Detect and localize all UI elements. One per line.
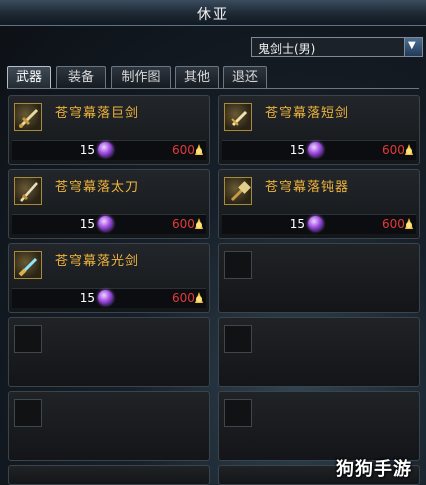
empty-slot-icon [14, 325, 42, 353]
item-price: 600 [382, 143, 405, 157]
item-name: 苍穹幕落巨剑 [55, 106, 140, 121]
price-bar: 15 600 [222, 214, 416, 234]
gem-quantity: 15 [289, 143, 305, 157]
gem-quantity: 15 [79, 291, 95, 305]
gold-coin-icon [405, 218, 413, 229]
item-price: 600 [172, 143, 195, 157]
item-name: 苍穹幕落钝器 [265, 180, 350, 195]
tab-equipment[interactable]: 装备 [56, 66, 106, 88]
shop-item-slot[interactable]: 苍穹幕落光剑 15 600 [8, 243, 210, 313]
shop-item-slot[interactable]: 苍穹幕落钝器 15 600 [218, 169, 420, 239]
empty-slot-icon [224, 251, 252, 279]
purple-gem-icon [308, 216, 323, 231]
tab-refund[interactable]: 退还 [223, 66, 267, 88]
gold-coin-icon [195, 218, 203, 229]
price-bar: 15 600 [12, 214, 206, 234]
gold-coin-icon [405, 144, 413, 155]
gem-quantity: 15 [289, 217, 305, 231]
tab-divider [7, 88, 419, 89]
price-bar: 15 600 [12, 288, 206, 308]
class-select-value: 鬼剑士(男) [258, 42, 316, 56]
tab-weapons[interactable]: 武器 [7, 66, 51, 88]
empty-item-slot [8, 317, 210, 387]
item-price: 600 [172, 217, 195, 231]
purple-gem-icon [98, 142, 113, 157]
price-bar: 15 600 [222, 140, 416, 160]
empty-item-slot [218, 243, 420, 313]
empty-item-slot [8, 391, 210, 461]
empty-slot-icon [224, 325, 252, 353]
item-price: 600 [382, 217, 405, 231]
shortsword-icon [224, 103, 252, 131]
gem-quantity: 15 [79, 217, 95, 231]
greatsword-icon [14, 103, 42, 131]
purple-gem-icon [98, 216, 113, 231]
item-price: 600 [172, 291, 195, 305]
shop-item-slot[interactable]: 苍穹幕落太刀 15 600 [8, 169, 210, 239]
dropdown-button[interactable]: ▼ [404, 38, 422, 56]
item-name: 苍穹幕落光剑 [55, 254, 140, 269]
item-name: 苍穹幕落短剑 [265, 106, 350, 121]
empty-item-slot [218, 391, 420, 461]
shop-item-slot[interactable]: 苍穹幕落巨剑 15 600 [8, 95, 210, 165]
price-bar: 15 600 [12, 140, 206, 160]
lightsaber-icon [14, 251, 42, 279]
empty-item-slot [218, 317, 420, 387]
gold-coin-icon [195, 292, 203, 303]
watermark-text: 狗狗手游 [336, 459, 412, 480]
window-title: 休亚 [197, 7, 229, 23]
purple-gem-icon [98, 290, 113, 305]
empty-slot-icon [224, 399, 252, 427]
empty-slot-icon [14, 399, 42, 427]
class-select-dropdown[interactable]: 鬼剑士(男) ▼ [251, 37, 423, 57]
purple-gem-icon [308, 142, 323, 157]
tab-other[interactable]: 其他 [175, 66, 219, 88]
katana-icon [14, 177, 42, 205]
empty-item-slot [8, 465, 210, 485]
shop-item-slot[interactable]: 苍穹幕落短剑 15 600 [218, 95, 420, 165]
blunt-weapon-icon [224, 177, 252, 205]
tab-blueprints[interactable]: 制作图 [111, 66, 171, 88]
chevron-down-icon: ▼ [408, 40, 416, 51]
gem-quantity: 15 [79, 143, 95, 157]
gold-coin-icon [195, 144, 203, 155]
window-titlebar: 休亚 [0, 0, 426, 26]
item-name: 苍穹幕落太刀 [55, 180, 140, 195]
